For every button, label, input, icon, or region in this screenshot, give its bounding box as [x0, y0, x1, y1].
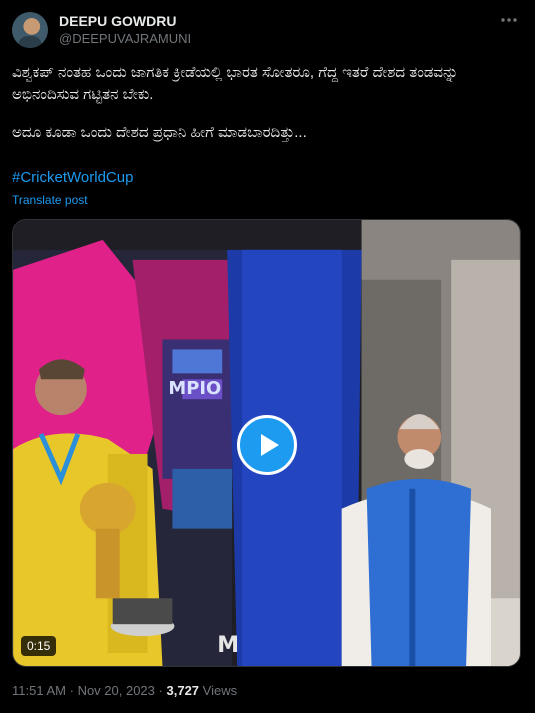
- more-options-icon[interactable]: [499, 10, 519, 30]
- meta-separator: ·: [69, 683, 74, 698]
- post-meta: 11:51 AM · Nov 20, 2023 · 3,727 Views: [12, 683, 237, 698]
- hashtag-link[interactable]: #CricketWorldCup: [12, 169, 133, 186]
- play-icon[interactable]: [237, 415, 297, 475]
- avatar-shirt: [18, 36, 42, 48]
- post-text-paragraph-2: ಅದೂ ಕೂಡಾ ಒಂದು ದೇಶದ ಪ್ರಧಾನಿ ಹೀಗೆ ಮಾಡಬಾರದಿ…: [12, 124, 307, 141]
- post-date[interactable]: Nov 20, 2023: [78, 683, 155, 698]
- svg-text:M: M: [217, 633, 239, 658]
- display-name[interactable]: DEEPU GOWDRU: [59, 13, 176, 29]
- avatar[interactable]: [12, 12, 48, 48]
- video-player[interactable]: MPIO M 0:15: [12, 219, 521, 667]
- views-count: 3,727: [166, 683, 200, 698]
- meta-separator-2: ·: [158, 683, 163, 698]
- post-text-paragraph-1: ವಿಶ್ವಕಪ್ ನಂತಹ ಒಂದು ಜಾಗತಿಕ ಕ್ರೀಡೆಯಲ್ಲಿ ಭಾ…: [12, 64, 459, 103]
- post-time[interactable]: 11:51 AM: [12, 683, 66, 698]
- post-text: ವಿಶ್ವಕಪ್ ನಂತಹ ಒಂದು ಜಾಗತಿಕ ಕ್ರೀಡೆಯಲ್ಲಿ ಭಾ…: [12, 62, 512, 144]
- translate-post-link[interactable]: Translate post: [12, 193, 88, 207]
- video-duration: 0:15: [21, 636, 57, 656]
- views-label: Views: [202, 683, 238, 698]
- handle[interactable]: @DEEPUVAJRAMUNI: [59, 31, 191, 46]
- svg-text:MPIO: MPIO: [168, 378, 221, 399]
- post: DEEPU GOWDRU @DEEPUVAJRAMUNI ವಿಶ್ವಕಪ್ ನಂ…: [0, 0, 535, 713]
